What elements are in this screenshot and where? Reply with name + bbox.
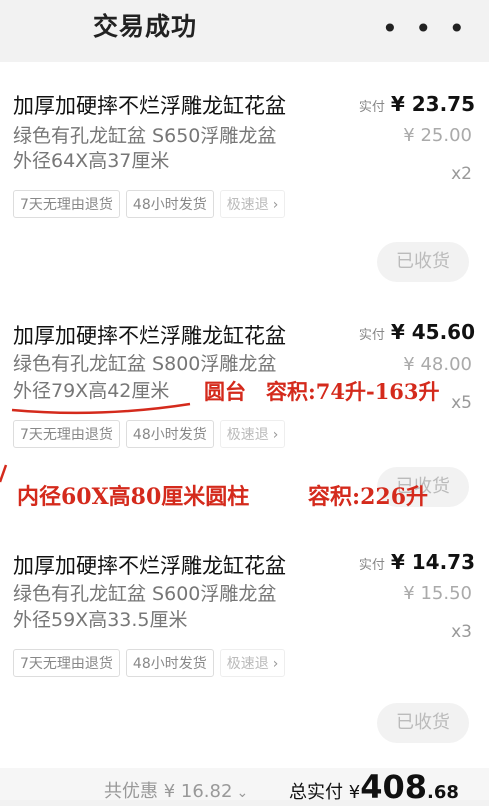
- total-paid: 总实付 ¥408.68: [289, 768, 459, 806]
- product-name: 加厚加硬摔不烂浮雕龙缸花盆: [13, 94, 286, 118]
- original-price: ¥ 15.50: [403, 583, 472, 604]
- annotation-inner-size: 内径60X高80厘米圆柱: [17, 484, 250, 510]
- quantity: x3: [451, 622, 472, 642]
- paid-price: 实付 ¥ 14.73: [359, 550, 475, 574]
- sku-size: 外径79X高42厘米: [13, 380, 170, 402]
- annotation-shape: 圆台: [204, 379, 246, 404]
- sku-spec: 绿色有孔龙缸盆 S600浮雕龙盆: [13, 583, 277, 605]
- paid-amount: ¥ 23.75: [390, 92, 475, 116]
- received-button[interactable]: 已收货: [377, 703, 469, 743]
- chevron-down-icon[interactable]: ⌄: [236, 785, 248, 801]
- annotation-volume: 容积:226升: [308, 484, 429, 510]
- sku-spec: 绿色有孔龙缸盆 S800浮雕龙盆: [13, 353, 277, 375]
- tag-return[interactable]: 7天无理由退货: [13, 649, 120, 677]
- tag-refund[interactable]: 极速退: [219, 649, 286, 677]
- paid-label: 实付: [358, 100, 385, 115]
- sku-spec: 绿色有孔龙缸盆 S650浮雕龙盆: [13, 125, 277, 147]
- paid-amount: ¥ 45.60: [390, 320, 475, 344]
- tag-return[interactable]: 7天无理由退货: [13, 420, 120, 448]
- product-name: 加厚加硬摔不烂浮雕龙缸花盆: [13, 324, 286, 348]
- annotation-volume-range: 容积:74升-163升: [266, 379, 440, 404]
- order-item-1[interactable]: 加厚加硬摔不烂浮雕龙缸花盆 绿色有孔龙缸盆 S650浮雕龙盆 外径64X高37厘…: [0, 62, 489, 300]
- paid-price: 实付 ¥ 45.60: [359, 320, 475, 344]
- received-button[interactable]: 已收货: [377, 242, 469, 282]
- total-integer: 408: [360, 768, 427, 806]
- product-name: 加厚加硬摔不烂浮雕龙缸花盆: [13, 554, 286, 578]
- paid-price: 实付 ¥ 23.75: [359, 92, 475, 116]
- order-item-3[interactable]: 加厚加硬摔不烂浮雕龙缸花盆 绿色有孔龙缸盆 S600浮雕龙盆 外径59X高33.…: [0, 528, 489, 768]
- service-tags: 7天无理由退货 48小时发货 极速退: [13, 649, 286, 677]
- tag-shipping[interactable]: 48小时发货: [125, 420, 214, 448]
- original-price: ¥ 48.00: [403, 354, 472, 375]
- sku-size: 外径59X高33.5厘米: [13, 609, 188, 631]
- tag-refund[interactable]: 极速退: [219, 190, 286, 218]
- discount-summary[interactable]: 共优惠 ¥ 16.82 ⌄: [104, 777, 248, 803]
- tag-shipping[interactable]: 48小时发货: [125, 649, 214, 677]
- paid-label: 实付: [358, 328, 385, 343]
- quantity: x2: [451, 164, 472, 184]
- page-title: 交易成功: [93, 12, 198, 41]
- service-tags: 7天无理由退货 48小时发货 极速退: [13, 420, 286, 448]
- more-dots-icon[interactable]: • • •: [382, 12, 469, 45]
- original-price: ¥ 25.00: [403, 125, 472, 146]
- service-tags: 7天无理由退货 48小时发货 极速退: [13, 190, 286, 218]
- top-bar: 交易成功 • • •: [0, 0, 489, 52]
- discount-text: 共优惠 ¥ 16.82: [104, 781, 233, 802]
- paid-label: 实付: [358, 558, 385, 573]
- tag-return[interactable]: 7天无理由退货: [13, 190, 120, 218]
- tag-refund[interactable]: 极速退: [219, 420, 286, 448]
- quantity: x5: [451, 393, 472, 413]
- paid-amount: ¥ 14.73: [390, 550, 475, 574]
- sku-size: 外径64X高37厘米: [13, 150, 170, 172]
- tag-shipping[interactable]: 48小时发货: [125, 190, 214, 218]
